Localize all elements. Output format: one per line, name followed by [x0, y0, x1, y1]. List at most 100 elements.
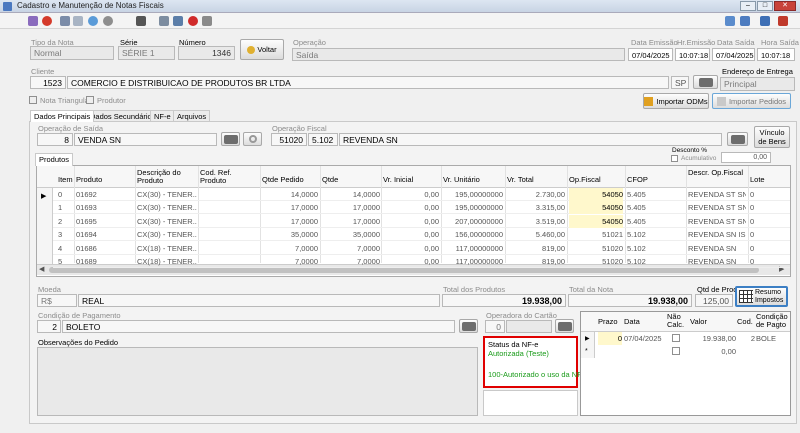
table-cell[interactable]: 17,0000 [262, 201, 318, 214]
table-cell[interactable]: 01689 [76, 255, 134, 268]
op-saida-value[interactable]: VENDA SN [74, 133, 217, 146]
undo-icon[interactable] [73, 16, 83, 26]
nota-triangular-checkbox[interactable] [29, 96, 37, 104]
table-cell[interactable]: 0 [750, 215, 770, 228]
parcelas-header-cell[interactable]: Condição de Pagto [756, 313, 794, 329]
table-cell[interactable]: 819,00 [507, 255, 565, 268]
cliente-search-button[interactable] [693, 75, 718, 89]
cliente-code[interactable]: 1523 [30, 76, 66, 89]
tab-produtos[interactable]: Produtos [35, 153, 74, 166]
table-cell[interactable]: REVENDA ST SN [688, 188, 746, 201]
table-cell[interactable]: 54050 [569, 201, 623, 215]
table-cell[interactable]: 0,00 [383, 255, 439, 268]
table-cell[interactable]: 7,0000 [322, 255, 380, 268]
nao-calc-checkbox[interactable] [672, 347, 680, 355]
op-fiscal-search-button[interactable] [727, 132, 748, 146]
cancel-icon[interactable] [42, 16, 52, 26]
table-cell[interactable]: 4 [58, 242, 74, 255]
table-cell[interactable]: 0 [750, 201, 770, 214]
table-cell[interactable]: 207,00000000 [443, 215, 503, 228]
cartao-search-button[interactable] [555, 319, 574, 333]
op-saida-refresh-button[interactable] [243, 132, 262, 146]
table-cell[interactable]: 1 [58, 201, 74, 214]
save-icon[interactable] [60, 16, 70, 26]
parcelas-cell[interactable]: BOLE [756, 332, 794, 345]
table-cell[interactable]: 5.102 [627, 255, 683, 268]
table-cell[interactable]: 0,00 [383, 242, 439, 255]
table-cell[interactable]: 0,00 [383, 215, 439, 228]
hr-emissao-field[interactable]: 10:07:18 [675, 48, 710, 61]
table-cell[interactable]: 35,0000 [322, 228, 380, 241]
pagamento-search-button[interactable] [459, 319, 478, 333]
parcelas-header-cell[interactable]: Não Calc. [667, 313, 687, 329]
table-cell[interactable]: 01693 [76, 201, 134, 214]
desconto-field[interactable]: 0,00 [721, 152, 771, 163]
pagamento-value[interactable]: BOLETO [62, 320, 455, 333]
table-cell[interactable]: REVENDA SN IS... [688, 228, 746, 241]
cliente-name[interactable]: COMERCIO E DISTRIBUICAO DE PRODUTOS BR L… [67, 76, 669, 89]
table-cell[interactable]: REVENDA SN [688, 255, 746, 268]
parcelas-cell[interactable]: 2 [737, 332, 755, 345]
endereco-select[interactable]: Principal [720, 77, 795, 91]
table-cell[interactable]: 156,00000000 [443, 228, 503, 241]
vinculo-bens-button[interactable]: Vínculo de Bens [754, 126, 790, 148]
importar-pedidos-button[interactable]: Importar Pedidos [712, 93, 791, 109]
table-cell[interactable]: 819,00 [507, 242, 565, 255]
new-icon[interactable] [28, 16, 38, 26]
table-cell[interactable]: 14,0000 [262, 188, 318, 201]
table-cell[interactable]: CX(30) - TENER... [137, 188, 197, 201]
table-cell[interactable]: 0 [750, 228, 770, 241]
table-cell[interactable] [200, 228, 258, 241]
table-cell[interactable]: CX(30) - TENER... [137, 228, 197, 241]
table-cell[interactable]: 0 [750, 188, 770, 201]
table-cell[interactable]: REVENDA ST SN [688, 201, 746, 214]
table-cell[interactable]: 5.102 [627, 228, 683, 241]
table-cell[interactable]: 7,0000 [262, 242, 318, 255]
table-cell[interactable]: 117,00000000 [443, 242, 503, 255]
table-cell[interactable]: 51020 [569, 242, 623, 255]
table-cell[interactable]: 3.519,00 [507, 215, 565, 228]
table-cell[interactable]: 117,00000000 [443, 255, 503, 268]
parcelas-cell[interactable]: 0,00 [690, 345, 736, 358]
table-cell[interactable]: 7,0000 [262, 255, 318, 268]
parcelas-header-cell[interactable]: Prazo [598, 318, 622, 326]
tab-dados-principais[interactable]: Dados Principais [30, 110, 95, 122]
table-cell[interactable]: 01692 [76, 188, 134, 201]
table-cell[interactable]: 17,0000 [262, 215, 318, 228]
table-cell[interactable]: 2 [58, 215, 74, 228]
table-cell[interactable]: 195,00000000 [443, 188, 503, 201]
op-fiscal-code[interactable]: 51020 [271, 133, 307, 146]
table-cell[interactable]: CX(30) - TENER... [137, 215, 197, 228]
operacao-select[interactable]: Saída [292, 48, 625, 61]
importar-odms-button[interactable]: Importar ODMs [643, 93, 709, 109]
table-cell[interactable]: 3.315,00 [507, 201, 565, 214]
block-icon[interactable] [188, 16, 198, 26]
parcelas-header-cell[interactable]: Data [624, 318, 668, 326]
table-cell[interactable] [200, 201, 258, 214]
table-cell[interactable]: 5.460,00 [507, 228, 565, 241]
table-cell[interactable] [200, 188, 258, 201]
table-cell[interactable]: 17,0000 [322, 201, 380, 214]
serie-select[interactable]: SÉRIE 1 [118, 46, 175, 60]
table-cell[interactable]: 01694 [76, 228, 134, 241]
parcelas-cell[interactable] [624, 345, 668, 358]
moeda-value[interactable]: REAL [78, 294, 440, 307]
scroll-left-icon[interactable]: ◀ [39, 265, 44, 273]
parcelas-cell[interactable]: 19.938,00 [690, 332, 736, 345]
table-cell[interactable]: 5 [58, 255, 74, 268]
nao-calc-checkbox[interactable] [672, 334, 680, 342]
table-cell[interactable]: 0,00 [383, 201, 439, 214]
voltar-button[interactable]: Voltar [240, 39, 284, 60]
layout-icon[interactable] [740, 16, 750, 26]
table-cell[interactable]: 3 [58, 228, 74, 241]
table-cell[interactable]: 0,00 [383, 188, 439, 201]
table-cell[interactable]: CX(18) - TENER... [137, 255, 197, 268]
mail-icon[interactable] [159, 16, 169, 26]
table-cell[interactable] [200, 242, 258, 255]
table-cell[interactable]: 2.730,00 [507, 188, 565, 201]
refresh-icon[interactable] [88, 16, 98, 26]
maximize-button[interactable]: □ [757, 1, 773, 11]
table-cell[interactable]: 01686 [76, 242, 134, 255]
cartao-field[interactable] [506, 320, 552, 333]
parcelas-header-cell[interactable]: Valor [690, 318, 736, 326]
